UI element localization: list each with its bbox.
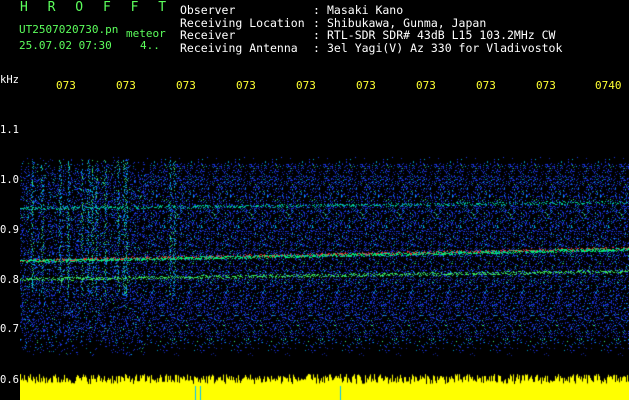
time-tick-label: 073 [356, 79, 376, 92]
app-title: H R O F F T [20, 0, 173, 15]
time-tick-label: 073 [476, 79, 496, 92]
info-value: 3el Yagi(V) Az 330 for Vladivostok [327, 40, 563, 55]
frequency-label: 1.1 [0, 124, 19, 136]
info-label: Observer [180, 3, 236, 17]
info-row-observer: Observer: Masaki Kano [180, 4, 562, 17]
info-value: RTL-SDR SDR# 43dB L15 103.2MHz CW [327, 28, 556, 42]
info-label: Receiver [180, 28, 236, 42]
echo-count: 4.. [140, 39, 160, 52]
frequency-label: 1.0 [0, 174, 19, 186]
info-row-receiver: Receiver: RTL-SDR SDR# 43dB L15 103.2MHz … [180, 29, 562, 42]
frequency-label: 0.6 [0, 374, 19, 386]
time-tick-label: 073 [56, 79, 76, 92]
time-tick-label: 073 [296, 79, 316, 92]
time-tick-label: 073 [176, 79, 196, 92]
frequency-unit-label: kHz [0, 74, 19, 86]
info-sep: : [313, 3, 320, 17]
capture-datetime: 25.07.02 07:30 [19, 39, 112, 52]
time-tick-label: 073 [116, 79, 136, 92]
time-tick-label: 073 [416, 79, 436, 92]
frequency-label: 0.9 [0, 224, 19, 236]
time-tick-label: 073 [536, 79, 556, 92]
info-label: Receiving Antenna [180, 40, 298, 55]
time-tick-label: 073 [236, 79, 256, 92]
hrofft-window: H R O F F T UT2507020730.pn meteor 25.07… [0, 0, 629, 400]
info-sep: : [313, 28, 320, 42]
info-sep: : [313, 40, 320, 55]
frequency-label: 0.8 [0, 274, 19, 286]
info-row-antenna: Receiving Antenna:3el Yagi(V) Az 330 for… [180, 40, 563, 55]
time-tick-label: 0740 [595, 79, 622, 92]
signal-level-meter [20, 372, 629, 400]
frequency-label: 0.7 [0, 323, 19, 335]
spectrogram [20, 96, 629, 372]
station-info: Observer: Masaki Kano Receiving Location:… [180, 4, 562, 54]
file-name: UT2507020730.pn [19, 23, 119, 36]
info-value: Masaki Kano [327, 3, 404, 17]
